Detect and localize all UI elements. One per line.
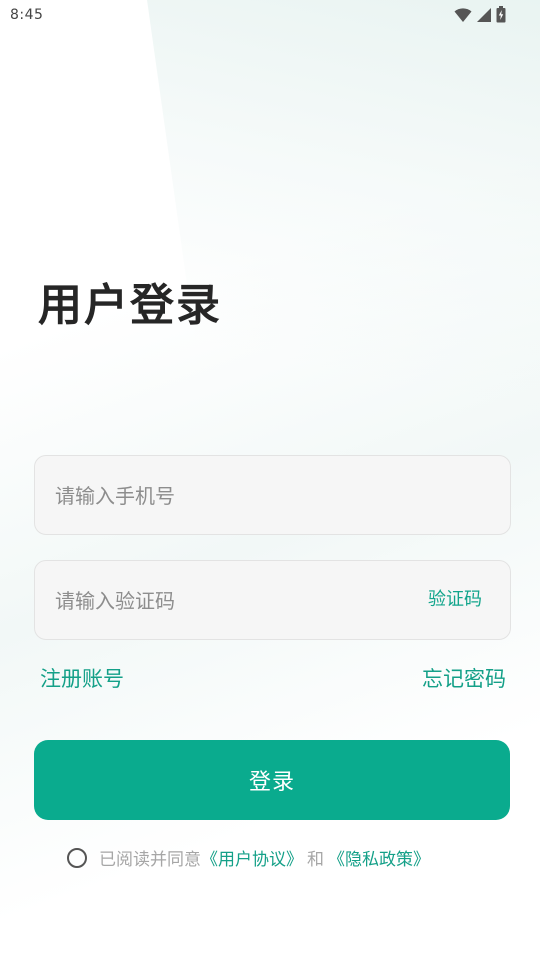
cell-signal-icon (477, 7, 491, 22)
status-time: 8:45 (10, 7, 44, 23)
status-bar: 8:45 (0, 0, 540, 32)
privacy-policy-link[interactable]: 《隐私政策》 (328, 845, 430, 870)
page-title: 用户登录 (38, 280, 222, 331)
battery-charging-icon (496, 6, 506, 23)
send-code-button[interactable]: 验证码 (428, 585, 482, 611)
forgot-password-link[interactable]: 忘记密码 (422, 663, 506, 693)
phone-input[interactable] (55, 456, 495, 536)
status-icons (454, 6, 506, 23)
user-agreement-link[interactable]: 《用户协议》 (201, 845, 303, 870)
login-button[interactable]: 登录 (34, 740, 510, 820)
verification-code-field: 验证码 (34, 560, 511, 641)
phone-field (34, 455, 511, 536)
agreement-radio[interactable] (67, 847, 87, 868)
register-link[interactable]: 注册账号 (40, 663, 124, 693)
wifi-icon (454, 7, 472, 22)
agreement-row: 已阅读并同意 《用户协议》 和 《隐私政策》 (67, 845, 430, 870)
verification-code-input[interactable] (55, 561, 395, 641)
agreement-prefix: 已阅读并同意 (99, 850, 201, 870)
agreement-conjunction: 和 (307, 850, 324, 870)
